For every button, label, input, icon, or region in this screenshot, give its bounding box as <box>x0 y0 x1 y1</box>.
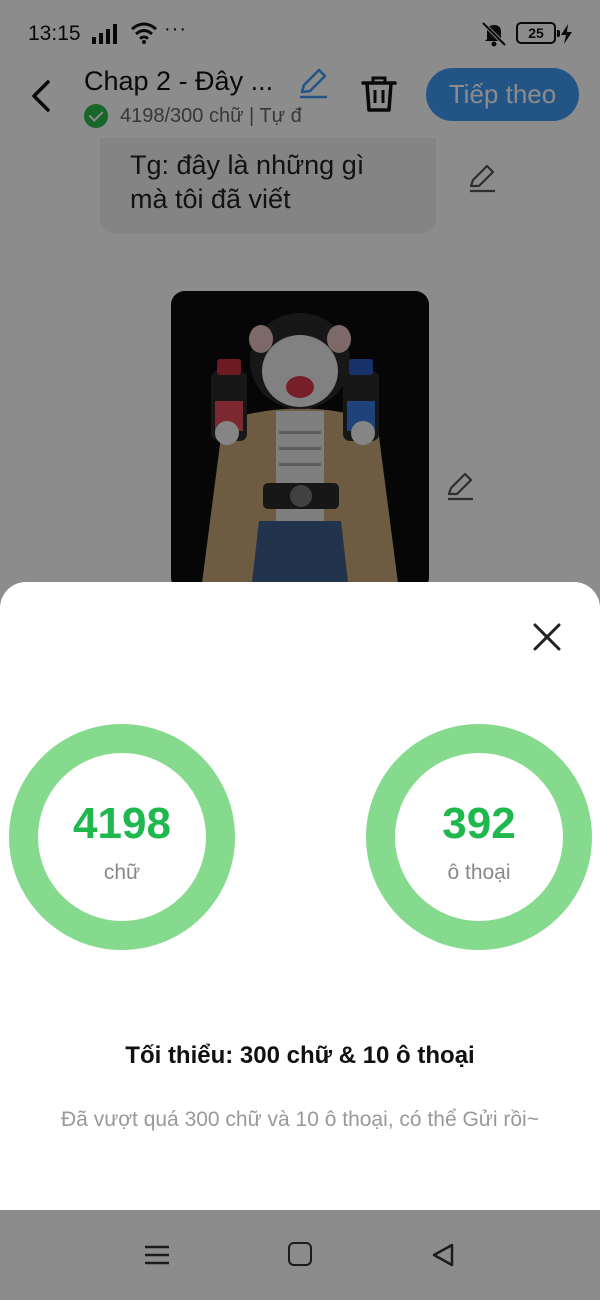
dialog-count-value: 392 <box>442 799 516 848</box>
word-count-value: 4198 <box>73 799 171 848</box>
close-icon[interactable] <box>528 618 566 656</box>
word-count-ring: 4198 chữ <box>9 724 235 950</box>
word-count-label: chữ <box>103 861 141 884</box>
requirement-status-note: Đã vượt quá 300 chữ và 10 ô thoại, có th… <box>61 1108 539 1131</box>
minimum-requirement: Tối thiểu: 300 chữ & 10 ô thoại <box>125 1042 475 1069</box>
dialog-count-label: ô thoại <box>447 861 511 884</box>
word-count-sheet: 4198 chữ 392 ô thoại Tối thiểu: 300 chữ … <box>0 582 600 1210</box>
dialog-count-ring: 392 ô thoại <box>366 724 592 950</box>
